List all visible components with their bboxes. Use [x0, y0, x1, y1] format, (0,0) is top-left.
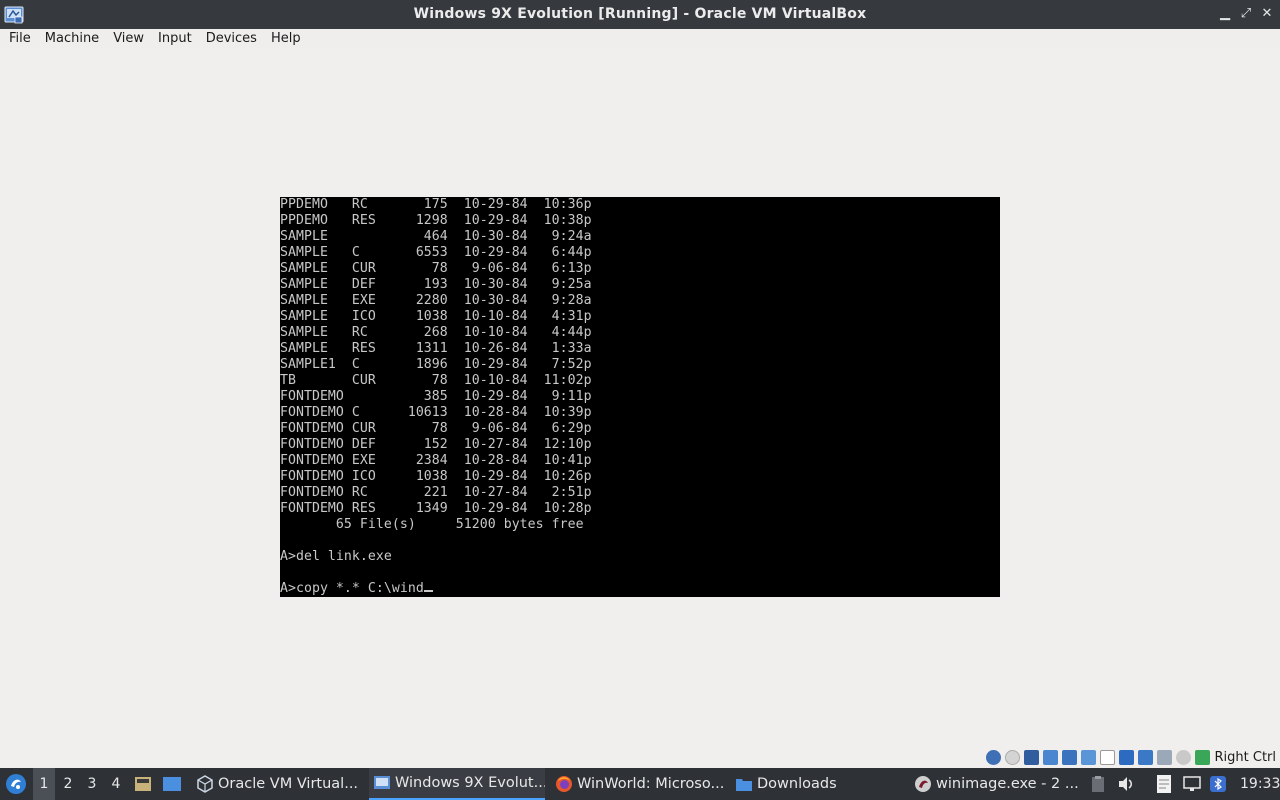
menu-bar: File Machine View Input Devices Help [0, 29, 1280, 48]
workspace-3[interactable]: 3 [81, 768, 103, 800]
dos-output-line: TB CUR 78 10-10-84 11:02p [280, 373, 592, 388]
audio-icon[interactable] [1042, 749, 1058, 765]
host-key-label[interactable]: Right Ctrl [1215, 750, 1277, 765]
dos-output-line: FONTDEMO RC 221 10-27-84 2:51p [280, 485, 592, 500]
clipboard-icon [1092, 776, 1104, 792]
start-menu-button[interactable] [4, 768, 28, 800]
clock[interactable]: 19:33 [1240, 768, 1280, 800]
workspace-1[interactable]: 1 [33, 768, 55, 800]
task-firefox-winworld[interactable]: WinWorld: Microso... [551, 768, 731, 800]
desktop-icon [163, 777, 181, 791]
workspace-4[interactable]: 4 [105, 768, 127, 800]
dos-output-line: SAMPLE RES 1311 10-26-84 1:33a [280, 341, 592, 356]
dos-command-prompt[interactable]: A>copy *.* C:\wind [280, 581, 433, 597]
network-icon[interactable] [1061, 749, 1077, 765]
tray-notes-icon[interactable] [1157, 768, 1175, 800]
vm-status-bar: Right Ctrl [985, 747, 1280, 767]
file-manager-launcher[interactable] [134, 768, 154, 800]
virtualbox-icon [197, 775, 213, 793]
network-wired-icon [1183, 776, 1201, 791]
vm-window-icon [374, 776, 390, 789]
mouse-integration-icon[interactable] [1156, 749, 1172, 765]
usb-icon[interactable] [1080, 749, 1096, 765]
task-oracle-vm[interactable]: Oracle VM Virtual... [192, 768, 368, 800]
dos-output-line: A>del link.exe [280, 549, 392, 564]
firefox-icon [556, 776, 572, 792]
window-title: Windows 9X Evolution [Running] - Oracle … [413, 6, 867, 22]
dos-output-line: FONTDEMO EXE 2384 10-28-84 10:41p [280, 453, 592, 468]
arrow-down-icon[interactable] [1194, 749, 1210, 765]
dos-output-line: PPDEMO RC 175 10-29-84 10:36p [280, 197, 592, 212]
floppy-icon[interactable] [1023, 749, 1039, 765]
task-winimage[interactable]: winimage.exe - 2 ... [910, 768, 1084, 800]
shared-folders-icon[interactable] [1099, 749, 1115, 765]
minimize-button[interactable]: ▁ [1215, 4, 1235, 24]
window-titlebar[interactable]: Windows 9X Evolution [Running] - Oracle … [0, 0, 1280, 29]
dos-output-line: FONTDEMO DEF 152 10-27-84 12:10p [280, 437, 592, 452]
close-button[interactable]: ✕ [1257, 4, 1277, 24]
dos-output-line: SAMPLE1 C 1896 10-29-84 7:52p [280, 357, 592, 372]
show-desktop-launcher[interactable] [162, 768, 184, 800]
folder-icon [736, 779, 752, 791]
taskbar: 1 2 3 4 Oracle VM Virtual... Windows 9X … [0, 768, 1280, 800]
task-label: winimage.exe - 2 ... [936, 776, 1079, 792]
dos-console[interactable]: PPDEMO RC 175 10-29-84 10:36p PPDEMO RES … [280, 197, 1000, 597]
workspace-2[interactable]: 2 [57, 768, 79, 800]
task-label: WinWorld: Microso... [577, 776, 725, 792]
dos-output-line: 65 File(s) 51200 bytes free [280, 517, 584, 532]
dos-output-line: FONTDEMO RES 1349 10-29-84 10:28p [280, 501, 592, 516]
menu-machine[interactable]: Machine [38, 29, 106, 48]
dos-output-line: PPDEMO RES 1298 10-29-84 10:38p [280, 213, 592, 228]
task-downloads-folder[interactable]: Downloads [731, 768, 911, 800]
menu-help[interactable]: Help [264, 29, 308, 48]
menu-devices[interactable]: Devices [199, 29, 264, 48]
tray-clipboard-icon[interactable] [1092, 768, 1108, 800]
dos-output-line: SAMPLE 464 10-30-84 9:24a [280, 229, 592, 244]
hard-disk-icon[interactable] [985, 749, 1001, 765]
dos-output-line: SAMPLE C 6553 10-29-84 6:44p [280, 245, 592, 260]
vm-display-area[interactable]: PPDEMO RC 175 10-29-84 10:36p PPDEMO RES … [0, 48, 1280, 748]
file-manager-icon [135, 777, 151, 791]
dos-output-line: SAMPLE DEF 193 10-30-84 9:25a [280, 277, 592, 292]
prompt-text: A>copy *.* C:\wind [280, 581, 424, 596]
dos-output-line: SAMPLE EXE 2280 10-30-84 9:28a [280, 293, 592, 308]
task-label: Downloads [757, 776, 837, 792]
notes-icon [1157, 775, 1171, 793]
volume-icon [1119, 777, 1132, 791]
menu-input[interactable]: Input [151, 29, 199, 48]
tray-network-icon[interactable] [1183, 768, 1203, 800]
dos-output-line: SAMPLE RC 268 10-10-84 4:44p [280, 325, 592, 340]
dos-output-line: FONTDEMO C 10613 10-28-84 10:39p [280, 405, 592, 420]
display-icon[interactable] [1118, 749, 1134, 765]
menu-file[interactable]: File [0, 29, 38, 48]
task-label: Windows 9X Evolut... [395, 775, 545, 791]
dos-output-line: SAMPLE ICO 1038 10-10-84 4:31p [280, 309, 592, 324]
vt-x-icon[interactable] [1175, 749, 1191, 765]
dos-output-line: FONTDEMO CUR 78 9-06-84 6:29p [280, 421, 592, 436]
wine-icon [915, 776, 931, 792]
video-capture-icon[interactable] [1137, 749, 1153, 765]
dos-output-line: FONTDEMO 385 10-29-84 9:11p [280, 389, 592, 404]
tray-bluetooth-icon[interactable] [1210, 768, 1228, 800]
dos-output-line: FONTDEMO ICO 1038 10-29-84 10:26p [280, 469, 592, 484]
bluetooth-icon [1210, 776, 1226, 792]
optical-drive-icon[interactable] [1004, 749, 1020, 765]
tray-volume-icon[interactable] [1118, 768, 1138, 800]
task-windows-9x-evolution[interactable]: Windows 9X Evolut... [369, 768, 545, 800]
maximize-button[interactable]: ⤢ [1236, 4, 1256, 24]
start-menu-icon [6, 774, 26, 794]
text-cursor [423, 590, 433, 592]
task-label: Oracle VM Virtual... [218, 776, 359, 792]
dos-output-line: SAMPLE CUR 78 9-06-84 6:13p [280, 261, 592, 276]
menu-view[interactable]: View [106, 29, 151, 48]
